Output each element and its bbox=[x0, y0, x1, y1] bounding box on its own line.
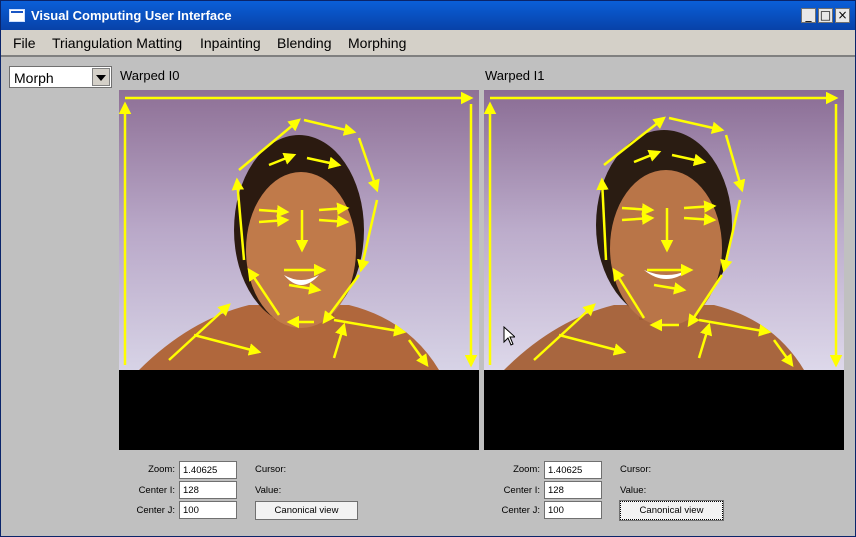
mode-select-value: Morph bbox=[14, 70, 54, 86]
center-j-field-i0[interactable]: 100 bbox=[179, 501, 237, 519]
panel-title-warped-i0: Warped I0 bbox=[120, 68, 180, 83]
center-i-label-i1: Center I: bbox=[503, 485, 540, 496]
menu-triangulation-matting[interactable]: Triangulation Matting bbox=[52, 35, 182, 51]
app-icon bbox=[9, 9, 25, 22]
center-j-label-i0: Center J: bbox=[136, 505, 175, 516]
panel-title-warped-i1: Warped I1 bbox=[485, 68, 545, 83]
value-label-i1: Value: bbox=[620, 485, 647, 496]
cursor-label-i1: Cursor: bbox=[620, 464, 652, 475]
mode-select[interactable]: Morph bbox=[9, 66, 112, 88]
menu-morphing[interactable]: Morphing bbox=[348, 35, 406, 51]
face-image-i0 bbox=[119, 90, 479, 450]
menu-inpainting[interactable]: Inpainting bbox=[200, 35, 261, 51]
center-j-field-i1[interactable]: 100 bbox=[544, 501, 602, 519]
face-image-i1 bbox=[484, 90, 844, 450]
menu-bar: File Triangulation Matting Inpainting Bl… bbox=[1, 30, 855, 57]
mouse-pointer-icon bbox=[503, 326, 515, 346]
image-viewport-i1[interactable] bbox=[484, 90, 844, 450]
image-viewport-i0[interactable] bbox=[119, 90, 479, 450]
app-window: Visual Computing User Interface _ □ × Fi… bbox=[0, 0, 856, 537]
chevron-down-icon[interactable] bbox=[92, 68, 110, 86]
window-title: Visual Computing User Interface bbox=[31, 8, 232, 23]
zoom-field-i0[interactable]: 1.40625 bbox=[179, 461, 237, 479]
title-bar[interactable]: Visual Computing User Interface _ □ × bbox=[1, 1, 855, 30]
center-j-label-i1: Center J: bbox=[501, 505, 540, 516]
menu-file[interactable]: File bbox=[13, 35, 36, 51]
menu-blending[interactable]: Blending bbox=[277, 35, 332, 51]
canonical-view-button-i0[interactable]: Canonical view bbox=[255, 501, 358, 520]
center-i-field-i1[interactable]: 128 bbox=[544, 481, 602, 499]
close-icon[interactable]: × bbox=[835, 8, 850, 23]
zoom-label-i1: Zoom: bbox=[513, 464, 540, 475]
value-label-i0: Value: bbox=[255, 485, 282, 496]
zoom-label-i0: Zoom: bbox=[148, 464, 175, 475]
zoom-field-i1[interactable]: 1.40625 bbox=[544, 461, 602, 479]
center-i-field-i0[interactable]: 128 bbox=[179, 481, 237, 499]
canonical-view-button-i1[interactable]: Canonical view bbox=[619, 500, 724, 521]
maximize-icon[interactable]: □ bbox=[818, 8, 833, 23]
center-i-label-i0: Center I: bbox=[138, 485, 175, 496]
cursor-label-i0: Cursor: bbox=[255, 464, 287, 475]
minimize-icon[interactable]: _ bbox=[801, 8, 816, 23]
